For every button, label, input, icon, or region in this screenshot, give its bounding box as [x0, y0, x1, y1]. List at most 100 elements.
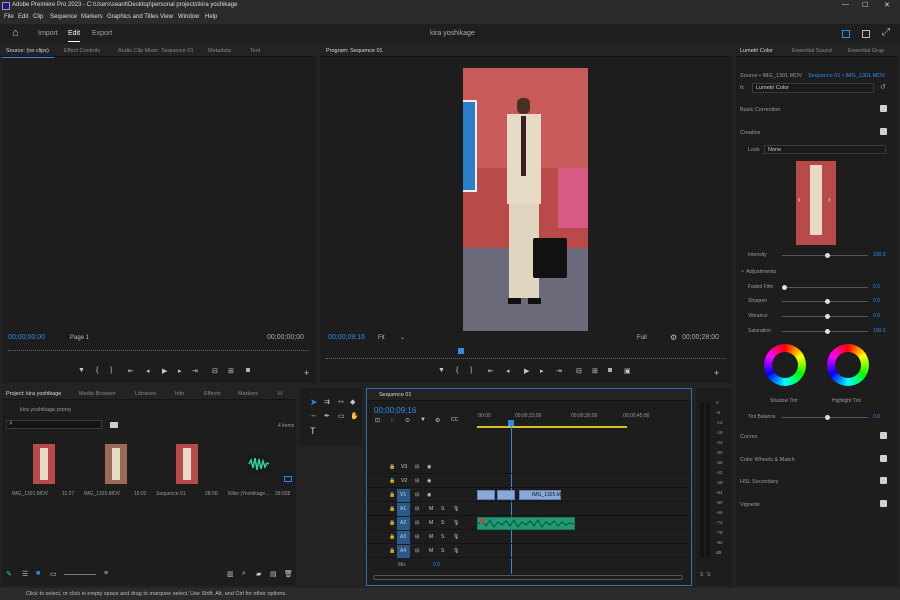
track-label[interactable]: V2 [401, 478, 407, 484]
tab-libraries[interactable]: Libraries [135, 391, 156, 397]
step-forward-icon[interactable]: ▸ [178, 367, 182, 375]
section-wheels[interactable]: Color Wheels & Match [740, 457, 795, 463]
solo-left-button[interactable]: S [700, 572, 703, 578]
tab-text[interactable]: Text [250, 48, 260, 54]
lock-icon[interactable]: 🔒 [389, 478, 395, 484]
type-tool-icon[interactable]: T [310, 426, 316, 436]
adjustments-chevron-icon[interactable]: ⌄ [740, 267, 745, 274]
mark-out-icon[interactable]: } [110, 367, 112, 374]
sync-icon[interactable]: ⊟ [415, 534, 419, 540]
highlight-tint-wheel[interactable] [827, 344, 869, 386]
sync-icon[interactable]: ⊟ [415, 464, 419, 470]
hsl-checkbox[interactable] [880, 477, 887, 484]
lock-icon[interactable]: 🔒 [389, 506, 395, 512]
slider-value[interactable]: 100.0 [873, 328, 886, 334]
curves-checkbox[interactable] [880, 432, 887, 439]
close-button[interactable]: ✕ [884, 1, 890, 9]
sharpen-slider[interactable] [782, 299, 868, 304]
track-label[interactable]: A1 [400, 506, 406, 512]
export-tab[interactable]: Export [92, 30, 112, 37]
sort-icon[interactable]: ≡ [104, 570, 108, 577]
freeform-view-icon[interactable]: ▭ [50, 570, 57, 578]
menu-window[interactable]: Window [178, 14, 199, 20]
wrench-icon[interactable]: ⚙ [670, 333, 677, 342]
section-curves[interactable]: Curves [740, 434, 757, 440]
goto-in-icon[interactable]: ⇤ [128, 367, 134, 375]
goto-out-icon[interactable]: ⇥ [556, 367, 562, 375]
audio-clip[interactable] [477, 517, 575, 530]
tab-lumetri[interactable]: Lumetri Color [740, 48, 773, 54]
menu-graphics[interactable]: Graphics and Titles [107, 14, 158, 20]
sync-icon[interactable]: ⊟ [415, 478, 419, 484]
razor-icon[interactable]: ◆ [350, 398, 355, 406]
linked-selection-icon[interactable]: ⊙ [405, 417, 410, 424]
sync-icon[interactable]: ⊟ [415, 520, 419, 526]
track-label[interactable]: V1 [400, 492, 406, 498]
step-back-icon[interactable]: ◂ [146, 367, 150, 375]
thumb-sequence01[interactable] [176, 444, 198, 484]
tab-effect-controls[interactable]: Effect Controls [64, 48, 100, 54]
solo-toggle[interactable]: S [441, 506, 444, 512]
lift-icon[interactable]: ⊟ [576, 367, 582, 375]
selection-tool-icon[interactable]: ➤ [310, 397, 318, 408]
mute-toggle[interactable]: M [429, 548, 433, 554]
sequence-clip[interactable]: Sequence 01 • IMG_1301.MOV [808, 73, 885, 79]
tint-balance-slider[interactable] [782, 415, 868, 420]
mic-icon[interactable]: 🎙 [453, 548, 459, 554]
track-label[interactable]: A2 [400, 520, 406, 526]
goto-out-icon[interactable]: ⇥ [192, 367, 198, 375]
new-bin-icon[interactable]: ▰ [256, 570, 261, 578]
import-tab[interactable]: Import [38, 30, 58, 37]
mic-icon[interactable]: 🎙 [453, 534, 459, 540]
tab-project[interactable]: Project: kira yoshikage [6, 391, 61, 397]
section-vignette[interactable]: Vignette [740, 502, 760, 508]
tab-source[interactable]: Source: (no clips) [6, 48, 49, 54]
tab-audio-clip-mixer[interactable]: Audio Clip Mixer: Sequence 01 [118, 48, 194, 54]
program-playhead[interactable] [458, 348, 464, 354]
lock-icon[interactable]: 🔒 [389, 464, 395, 470]
pencil-icon[interactable]: ✎ [6, 570, 12, 578]
creative-checkbox[interactable] [880, 128, 887, 135]
quality-select[interactable]: Full [637, 335, 647, 341]
video-clip-3[interactable]: IMG_1325.M [519, 490, 561, 500]
tint-balance-value[interactable]: 0.0 [873, 414, 880, 420]
mic-icon[interactable]: 🎙 [453, 506, 459, 512]
play-icon[interactable]: ▶ [524, 367, 529, 375]
pen-icon[interactable]: ✒ [324, 412, 330, 420]
track-label[interactable]: V3 [401, 464, 407, 470]
marker-icon[interactable]: ▼ [78, 367, 85, 374]
icon-view-icon[interactable]: ■ [36, 570, 40, 577]
video-clip-1[interactable] [477, 490, 495, 500]
source-time-ruler[interactable] [8, 350, 308, 351]
look-prev-icon[interactable]: ‹ [798, 195, 801, 204]
menu-file[interactable]: File [4, 14, 14, 20]
marker-icon[interactable]: ▼ [438, 367, 445, 374]
source-timecode[interactable]: 00;00;00;00 [8, 334, 45, 341]
new-bin-icon[interactable] [110, 422, 118, 428]
intensity-slider[interactable] [782, 253, 868, 258]
menu-help[interactable]: Help [205, 14, 217, 20]
timeline-timecode[interactable]: 00;00;09;16 [374, 406, 416, 415]
lock-icon[interactable]: 🔒 [389, 534, 395, 540]
tab-essential-graphics[interactable]: Essential Grap [848, 48, 884, 54]
slider-value[interactable]: 0.0 [873, 284, 880, 290]
lock-icon[interactable]: 🔒 [389, 520, 395, 526]
nest-icon[interactable]: ⊡ [375, 417, 380, 424]
timeline-scrollbar[interactable] [373, 575, 683, 580]
eye-icon[interactable]: ◉ [427, 492, 431, 498]
step-forward-icon[interactable]: ▸ [540, 367, 544, 375]
eye-icon[interactable]: ◉ [427, 478, 431, 484]
camera-icon[interactable]: ◙ [246, 367, 250, 374]
look-select[interactable]: None [764, 145, 886, 154]
mute-toggle[interactable]: M [429, 534, 433, 540]
look-next-icon[interactable]: › [828, 195, 831, 204]
slip-icon[interactable]: ↔ [310, 412, 317, 419]
program-time-ruler[interactable] [326, 358, 726, 359]
home-icon[interactable]: ⌂ [12, 27, 19, 39]
section-hsl[interactable]: HSL Secondary [740, 479, 778, 485]
tab-sequence[interactable]: Sequence 01 [379, 392, 411, 398]
list-view-icon[interactable]: ☰ [22, 570, 28, 578]
track-select-icon[interactable]: ⇉ [324, 398, 330, 406]
fullscreen-icon[interactable]: ⤢ [882, 27, 890, 38]
sync-icon[interactable]: ⊟ [415, 492, 419, 498]
